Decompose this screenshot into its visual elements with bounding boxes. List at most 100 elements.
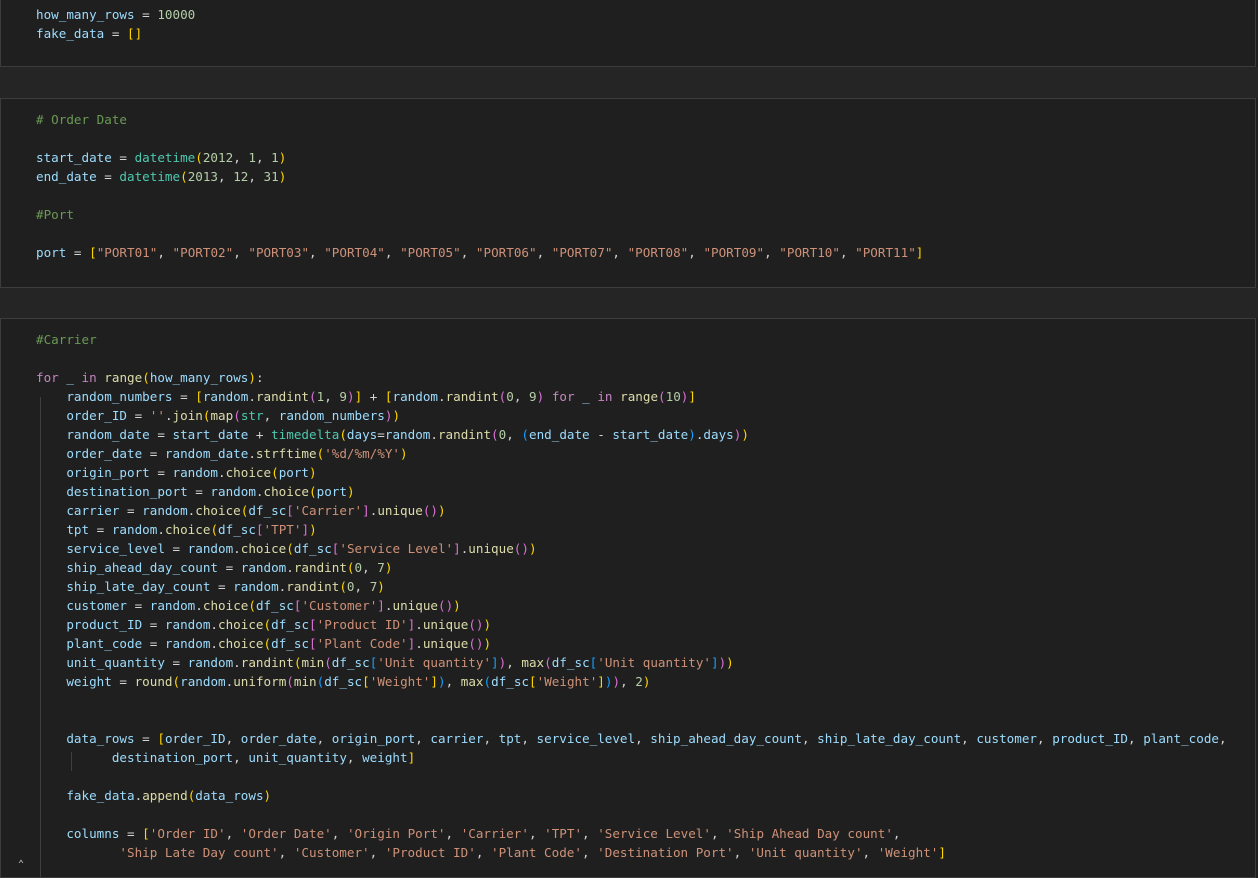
- code-line[interactable]: origin_port = random.choice(port): [36, 463, 1227, 482]
- code-editor[interactable]: #Carrier for _ in range(how_many_rows): …: [36, 330, 1227, 862]
- code-line[interactable]: port = ["PORT01", "PORT02", "PORT03", "P…: [36, 243, 923, 262]
- code-token: join: [172, 408, 203, 423]
- code-line[interactable]: product_ID = random.choice(df_sc['Produc…: [36, 615, 1227, 634]
- code-token: ): [453, 598, 461, 613]
- code-token: _: [582, 389, 590, 404]
- code-token: ,: [233, 750, 249, 765]
- code-line[interactable]: [36, 710, 1227, 729]
- code-token: how_many_rows: [149, 370, 249, 385]
- code-token: ]: [938, 845, 946, 860]
- code-token: max: [521, 655, 545, 670]
- code-token: 'Origin Port': [346, 826, 446, 841]
- code-line[interactable]: # Order Date: [36, 110, 923, 129]
- code-token: unique: [468, 541, 514, 556]
- code-token: ,: [620, 674, 636, 689]
- code-token: (: [233, 408, 241, 423]
- code-line[interactable]: fake_data.append(data_rows): [36, 786, 1227, 805]
- code-line[interactable]: plant_code = random.choice(df_sc['Plant …: [36, 634, 1227, 653]
- code-editor[interactable]: how_many_rows = 10000 fake_data = []: [36, 5, 195, 43]
- code-token: destination_port: [66, 484, 188, 499]
- code-token: ,: [528, 826, 545, 841]
- code-token: random: [392, 389, 439, 404]
- code-token: df_sc: [491, 674, 530, 689]
- code-token: "PORT03": [248, 245, 310, 260]
- code-token: :: [255, 370, 264, 385]
- code-line[interactable]: destination_port, unit_quantity, weight]: [36, 748, 1227, 767]
- code-token: ,: [892, 826, 901, 841]
- code-token: customer: [66, 598, 128, 613]
- code-token: product_ID: [1052, 731, 1129, 746]
- code-token: [: [89, 245, 97, 260]
- code-line[interactable]: customer = random.choice(df_sc['Customer…: [36, 596, 1227, 615]
- code-token: '': [149, 408, 165, 423]
- code-line[interactable]: [36, 767, 1227, 786]
- code-line[interactable]: 'Ship Late Day count', 'Customer', 'Prod…: [36, 843, 1227, 862]
- code-line[interactable]: ship_ahead_day_count = random.randint(0,…: [36, 558, 1227, 577]
- code-token: choice: [218, 617, 264, 632]
- code-token: 'TPT': [544, 826, 583, 841]
- code-line[interactable]: [36, 691, 1227, 710]
- code-token: 'Ship Ahead Day count': [726, 826, 893, 841]
- code-token: =: [134, 7, 158, 22]
- code-token: origin_port: [331, 731, 416, 746]
- code-token: ,: [225, 826, 241, 841]
- code-cell-3[interactable]: #Carrier for _ in range(how_many_rows): …: [0, 318, 1256, 878]
- code-token: 'Order Date': [240, 826, 332, 841]
- code-line[interactable]: ship_late_day_count = random.randint(0, …: [36, 577, 1227, 596]
- code-line[interactable]: for _ in range(how_many_rows):: [36, 368, 1227, 387]
- code-token: random_numbers: [66, 389, 173, 404]
- code-token: data_rows: [66, 731, 135, 746]
- code-token: ): [377, 579, 385, 594]
- code-token: 0: [346, 579, 355, 594]
- code-line[interactable]: [36, 186, 923, 205]
- code-line[interactable]: end_date = datetime(2013, 12, 31): [36, 167, 923, 186]
- code-line[interactable]: data_rows = [order_ID, order_date, origi…: [36, 729, 1226, 748]
- code-token: [: [142, 826, 150, 841]
- code-line[interactable]: order_ID = ''.join(map(str, random_numbe…: [36, 406, 1227, 425]
- code-token: map: [210, 408, 234, 423]
- code-line[interactable]: unit_quantity = random.randint(min(df_sc…: [36, 653, 1227, 672]
- code-token: =: [172, 389, 196, 404]
- code-cell-2[interactable]: # Order Date start_date = datetime(2012,…: [0, 98, 1256, 288]
- code-editor[interactable]: # Order Date start_date = datetime(2012,…: [36, 110, 923, 262]
- code-line[interactable]: service_level = random.choice(df_sc['Ser…: [36, 539, 1227, 558]
- code-line[interactable]: columns = ['Order ID', 'Order Date', 'Or…: [36, 824, 1227, 843]
- code-token: 'Service Level': [597, 826, 711, 841]
- code-line[interactable]: fake_data = []: [36, 24, 195, 43]
- code-token: .: [248, 446, 256, 461]
- code-line[interactable]: destination_port = random.choice(port): [36, 482, 1227, 501]
- code-line[interactable]: how_many_rows = 10000: [36, 5, 195, 24]
- code-line[interactable]: tpt = random.choice(df_sc['TPT']): [36, 520, 1227, 539]
- code-token: ,: [521, 731, 537, 746]
- cell-separator: [0, 288, 1258, 318]
- code-cell-1[interactable]: how_many_rows = 10000 fake_data = []: [0, 0, 1256, 67]
- code-token: ]: [430, 674, 438, 689]
- code-token: ): [437, 503, 446, 518]
- code-line[interactable]: carrier = random.choice(df_sc['Carrier']…: [36, 501, 1227, 520]
- code-token: =: [210, 579, 234, 594]
- code-line[interactable]: start_date = datetime(2012, 1, 1): [36, 148, 923, 167]
- code-token: [: [195, 389, 203, 404]
- code-token: randint: [286, 579, 340, 594]
- code-token: ): [741, 427, 749, 442]
- code-token: (: [491, 427, 499, 442]
- code-token: min: [293, 674, 317, 689]
- code-line[interactable]: random_date = start_date + timedelta(day…: [36, 425, 1227, 444]
- code-line[interactable]: #Port: [36, 205, 923, 224]
- code-line[interactable]: [36, 224, 923, 243]
- code-line[interactable]: weight = round(random.uniform(min(df_sc[…: [36, 672, 1227, 691]
- code-token: unique: [422, 617, 469, 632]
- code-line[interactable]: [36, 349, 1227, 368]
- code-line[interactable]: random_numbers = [random.randint(1, 9)] …: [36, 387, 1227, 406]
- code-token: ,: [475, 845, 491, 860]
- code-line[interactable]: #Carrier: [36, 330, 1227, 349]
- code-line[interactable]: order_date = random_date.strftime('%d/%m…: [36, 444, 1227, 463]
- code-line[interactable]: [36, 129, 923, 148]
- code-token: .: [255, 484, 264, 499]
- code-line[interactable]: [36, 805, 1227, 824]
- code-token: (: [142, 370, 150, 385]
- code-token: uniform: [233, 674, 287, 689]
- code-token: df_sc: [293, 541, 332, 556]
